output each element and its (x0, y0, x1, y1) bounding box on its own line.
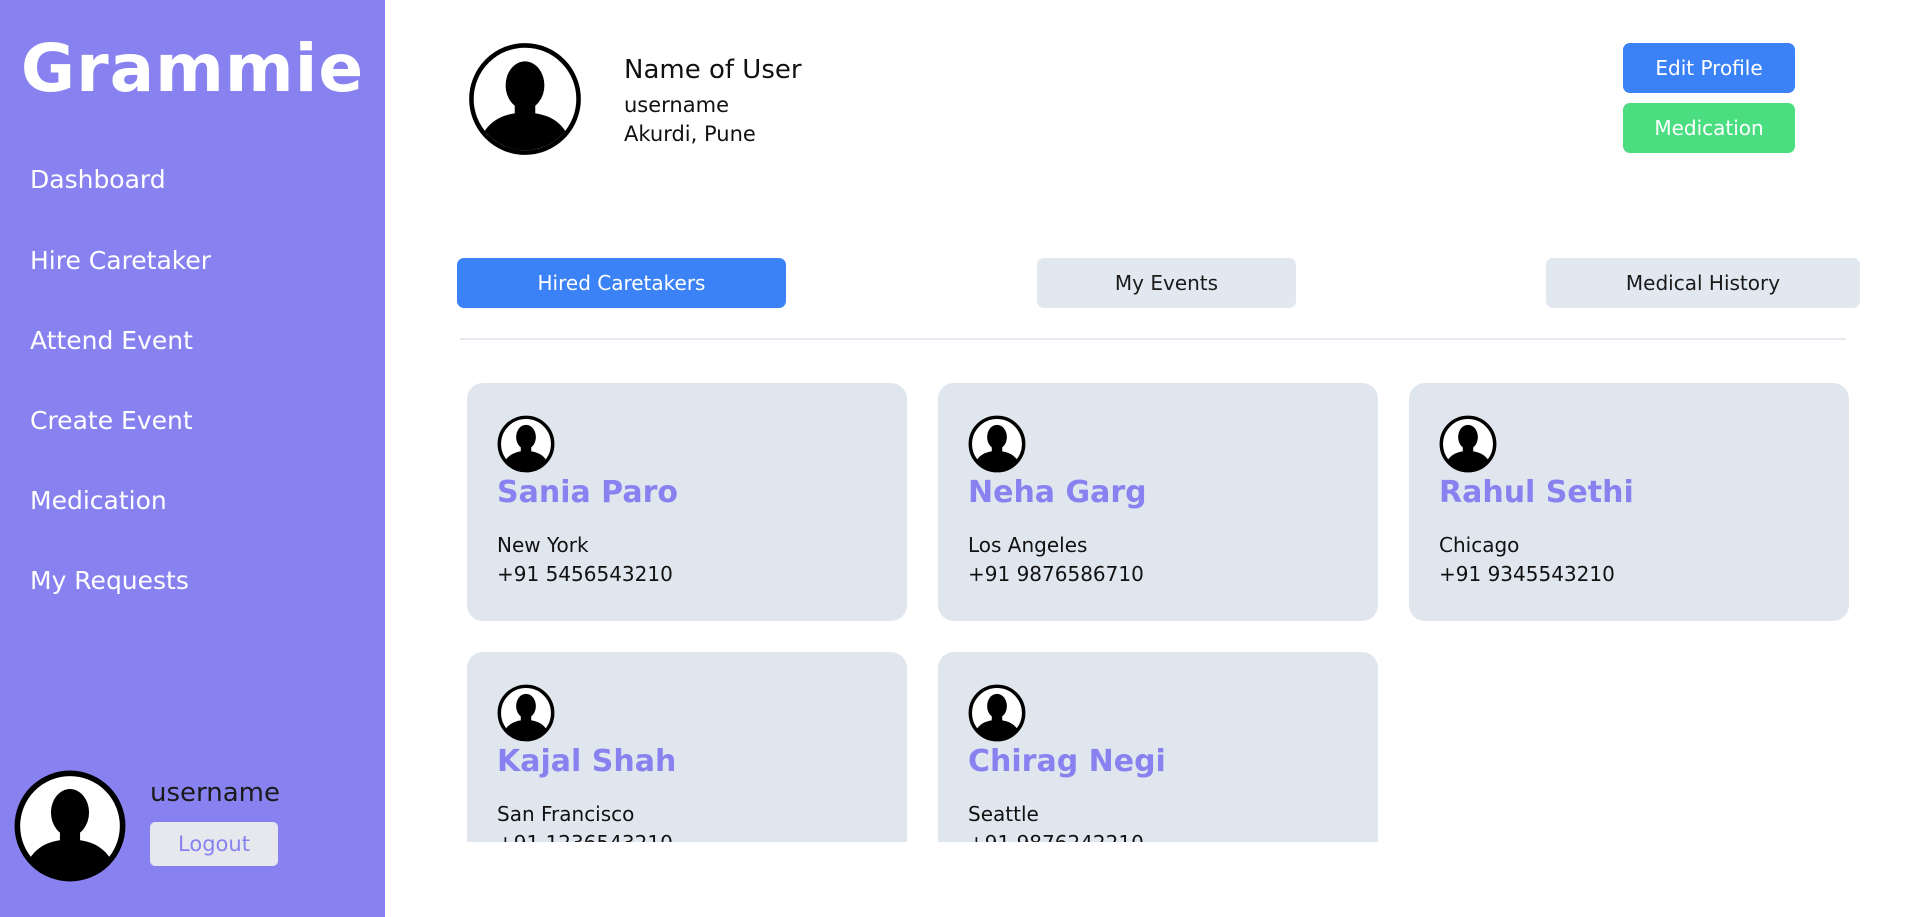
sidebar-item-create-event[interactable]: Create Event (30, 406, 193, 435)
brand-logo[interactable]: Grammie (0, 30, 385, 107)
caretaker-phone: +91 5456543210 (497, 562, 673, 586)
tab-divider (460, 338, 1846, 340)
user-avatar-icon (968, 684, 1026, 742)
tab-medical-history[interactable]: Medical History (1546, 258, 1860, 308)
user-avatar-icon (497, 684, 555, 742)
edit-profile-button[interactable]: Edit Profile (1623, 43, 1795, 93)
caretaker-name: Chirag Negi (968, 744, 1166, 779)
tab-hired-caretakers[interactable]: Hired Caretakers (457, 258, 786, 308)
profile-name: Name of User (624, 55, 802, 85)
user-avatar-icon (497, 415, 555, 473)
caretaker-city: Chicago (1439, 533, 1520, 557)
caretaker-city: New York (497, 533, 589, 557)
caretaker-phone: +91 9876242210 (968, 831, 1144, 842)
caretaker-city: San Francisco (497, 802, 635, 826)
sidebar-item-attend-event[interactable]: Attend Event (30, 326, 193, 355)
sidebar: Grammie Dashboard Hire Caretaker Attend … (0, 0, 385, 917)
logout-button[interactable]: Logout (150, 822, 278, 866)
sidebar-item-my-requests[interactable]: My Requests (30, 566, 189, 595)
caretaker-name: Sania Paro (497, 475, 679, 510)
caretaker-card[interactable]: Rahul Sethi Chicago +91 9345543210 (1409, 383, 1849, 621)
caretaker-phone: +91 9876586710 (968, 562, 1144, 586)
caretaker-city: Los Angeles (968, 533, 1088, 557)
user-avatar-icon (14, 770, 126, 882)
caretaker-card[interactable]: Neha Garg Los Angeles +91 9876586710 (938, 383, 1378, 621)
caretaker-phone: +91 9345543210 (1439, 562, 1615, 586)
user-avatar-icon (1439, 415, 1497, 473)
caretaker-card[interactable]: Kajal Shah San Francisco +91 1236543210 (467, 652, 907, 842)
sidebar-username: username (150, 778, 280, 808)
profile-username: username (624, 93, 729, 117)
sidebar-item-hire-caretaker[interactable]: Hire Caretaker (30, 246, 211, 275)
profile-avatar-icon (468, 42, 582, 156)
caretaker-list[interactable]: Sania Paro New York +91 5456543210 Neha … (440, 370, 1860, 842)
user-avatar-icon (968, 415, 1026, 473)
caretaker-city: Seattle (968, 802, 1039, 826)
caretaker-phone: +91 1236543210 (497, 831, 673, 842)
profile-location: Akurdi, Pune (624, 122, 756, 146)
caretaker-name: Kajal Shah (497, 744, 677, 779)
sidebar-item-medication[interactable]: Medication (30, 486, 167, 515)
caretaker-name: Neha Garg (968, 475, 1147, 510)
app-root: Grammie Dashboard Hire Caretaker Attend … (0, 0, 1916, 917)
caretaker-name: Rahul Sethi (1439, 475, 1634, 510)
medication-button[interactable]: Medication (1623, 103, 1795, 153)
tab-my-events[interactable]: My Events (1037, 258, 1296, 308)
caretaker-card[interactable]: Sania Paro New York +91 5456543210 (467, 383, 907, 621)
caretaker-card[interactable]: Chirag Negi Seattle +91 9876242210 (938, 652, 1378, 842)
sidebar-item-dashboard[interactable]: Dashboard (30, 165, 166, 194)
